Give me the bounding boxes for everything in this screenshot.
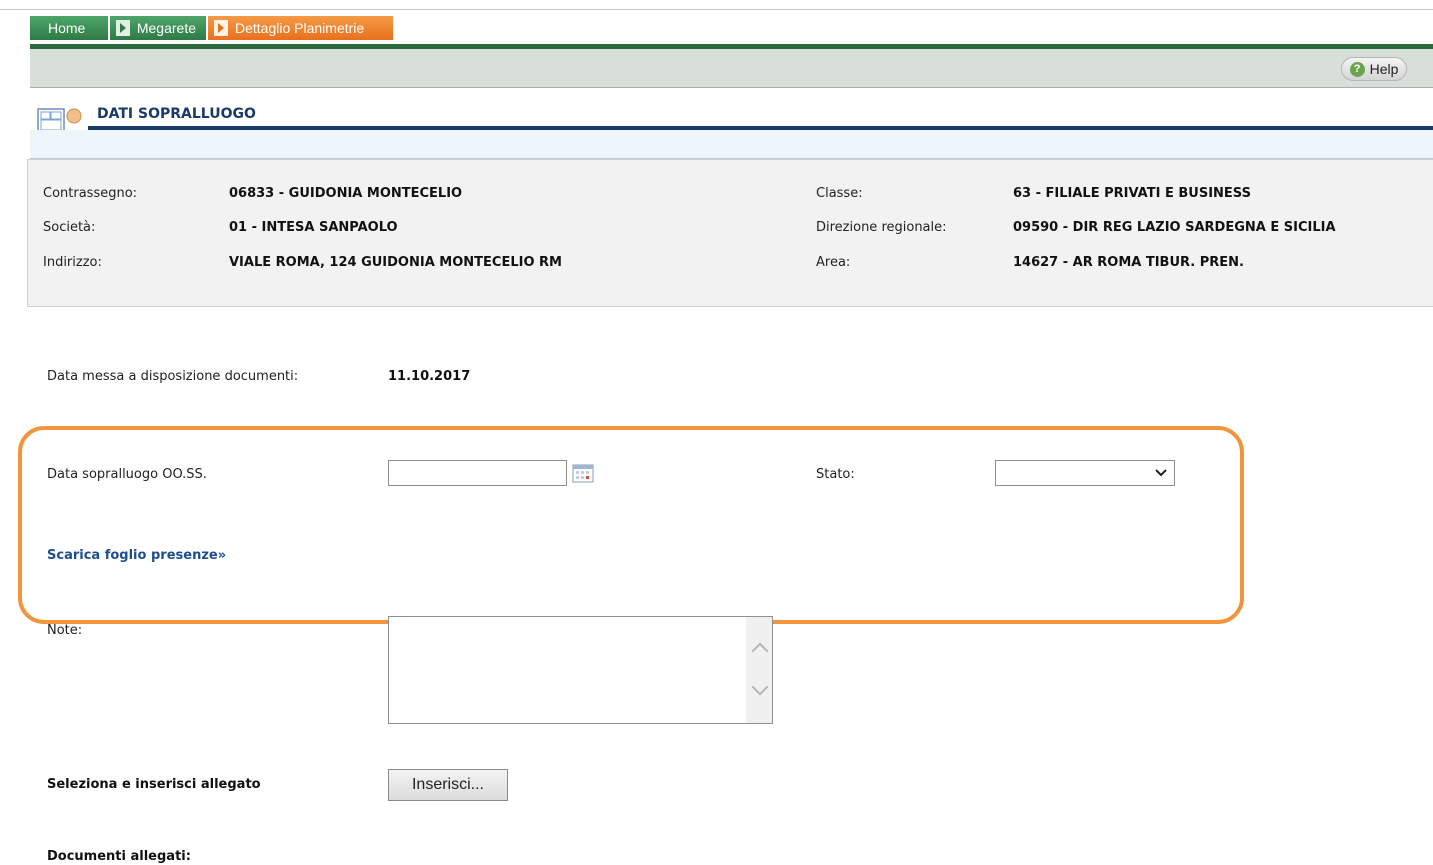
chevron-down-icon: [1155, 469, 1167, 477]
survey-date-label: Data sopralluogo OO.SS.: [47, 467, 207, 482]
breadcrumb-megarete-label: Megarete: [136, 20, 196, 36]
direzione-regionale-label: Direzione regionale:: [816, 220, 947, 235]
help-icon: ?: [1349, 61, 1365, 77]
societa-value: 01 - INTESA SANPAOLO: [229, 220, 398, 235]
section-subheader-strip: [30, 130, 1433, 159]
breadcrumb-dettaglio-planimetrie[interactable]: Dettaglio Planimetrie: [208, 16, 393, 40]
highlight-frame: [18, 426, 1244, 624]
breadcrumb-dettaglio-label: Dettaglio Planimetrie: [235, 20, 365, 36]
top-divider: [0, 9, 1433, 10]
direzione-regionale-value: 09590 - DIR REG LAZIO SARDEGNA E SICILIA: [1013, 220, 1336, 235]
indirizzo-value: VIALE ROMA, 124 GUIDONIA MONTECELIO RM: [229, 255, 562, 270]
arrow-right-icon: [116, 20, 130, 36]
scroll-up-icon[interactable]: [751, 642, 769, 660]
breadcrumb-home-label: Home: [48, 20, 86, 36]
help-button[interactable]: ? Help: [1341, 57, 1407, 81]
toolbar: [30, 49, 1433, 88]
classe-value: 63 - FILIALE PRIVATI E BUSINESS: [1013, 186, 1251, 201]
stato-select[interactable]: [995, 460, 1175, 486]
arrow-right-icon: [214, 20, 228, 36]
survey-date-input[interactable]: [388, 460, 567, 486]
indirizzo-label: Indirizzo:: [43, 255, 102, 270]
calendar-icon[interactable]: [572, 463, 594, 483]
note-label: Note:: [47, 623, 83, 638]
societa-label: Società:: [43, 220, 96, 235]
help-label: Help: [1369, 61, 1399, 77]
area-value: 14627 - AR ROMA TIBUR. PREN.: [1013, 255, 1244, 270]
area-label: Area:: [816, 255, 851, 270]
contrassegno-value: 06833 - GUIDONIA MONTECELIO: [229, 186, 463, 201]
scroll-down-icon[interactable]: [751, 678, 769, 696]
contrassegno-label: Contrassegno:: [43, 186, 138, 201]
note-scrollbar[interactable]: [746, 617, 772, 723]
attach-label: Seleziona e inserisci allegato: [47, 777, 261, 792]
section-title: DATI SOPRALLUOGO: [97, 106, 256, 122]
insert-attachment-button[interactable]: Inserisci...: [388, 769, 508, 801]
docs-date-value: 11.10.2017: [388, 369, 471, 384]
note-textarea[interactable]: [388, 616, 773, 724]
classe-label: Classe:: [816, 186, 863, 201]
docs-date-label: Data messa a disposizione documenti:: [47, 369, 299, 384]
download-attendance-link[interactable]: Scarica foglio presenze»: [47, 548, 226, 563]
breadcrumb: Home Megarete Dettaglio Planimetrie: [30, 16, 393, 41]
breadcrumb-home[interactable]: Home: [30, 16, 110, 40]
breadcrumb-megarete[interactable]: Megarete: [110, 16, 208, 40]
stato-label: Stato:: [816, 467, 855, 482]
attached-docs-label: Documenti allegati:: [47, 849, 191, 864]
